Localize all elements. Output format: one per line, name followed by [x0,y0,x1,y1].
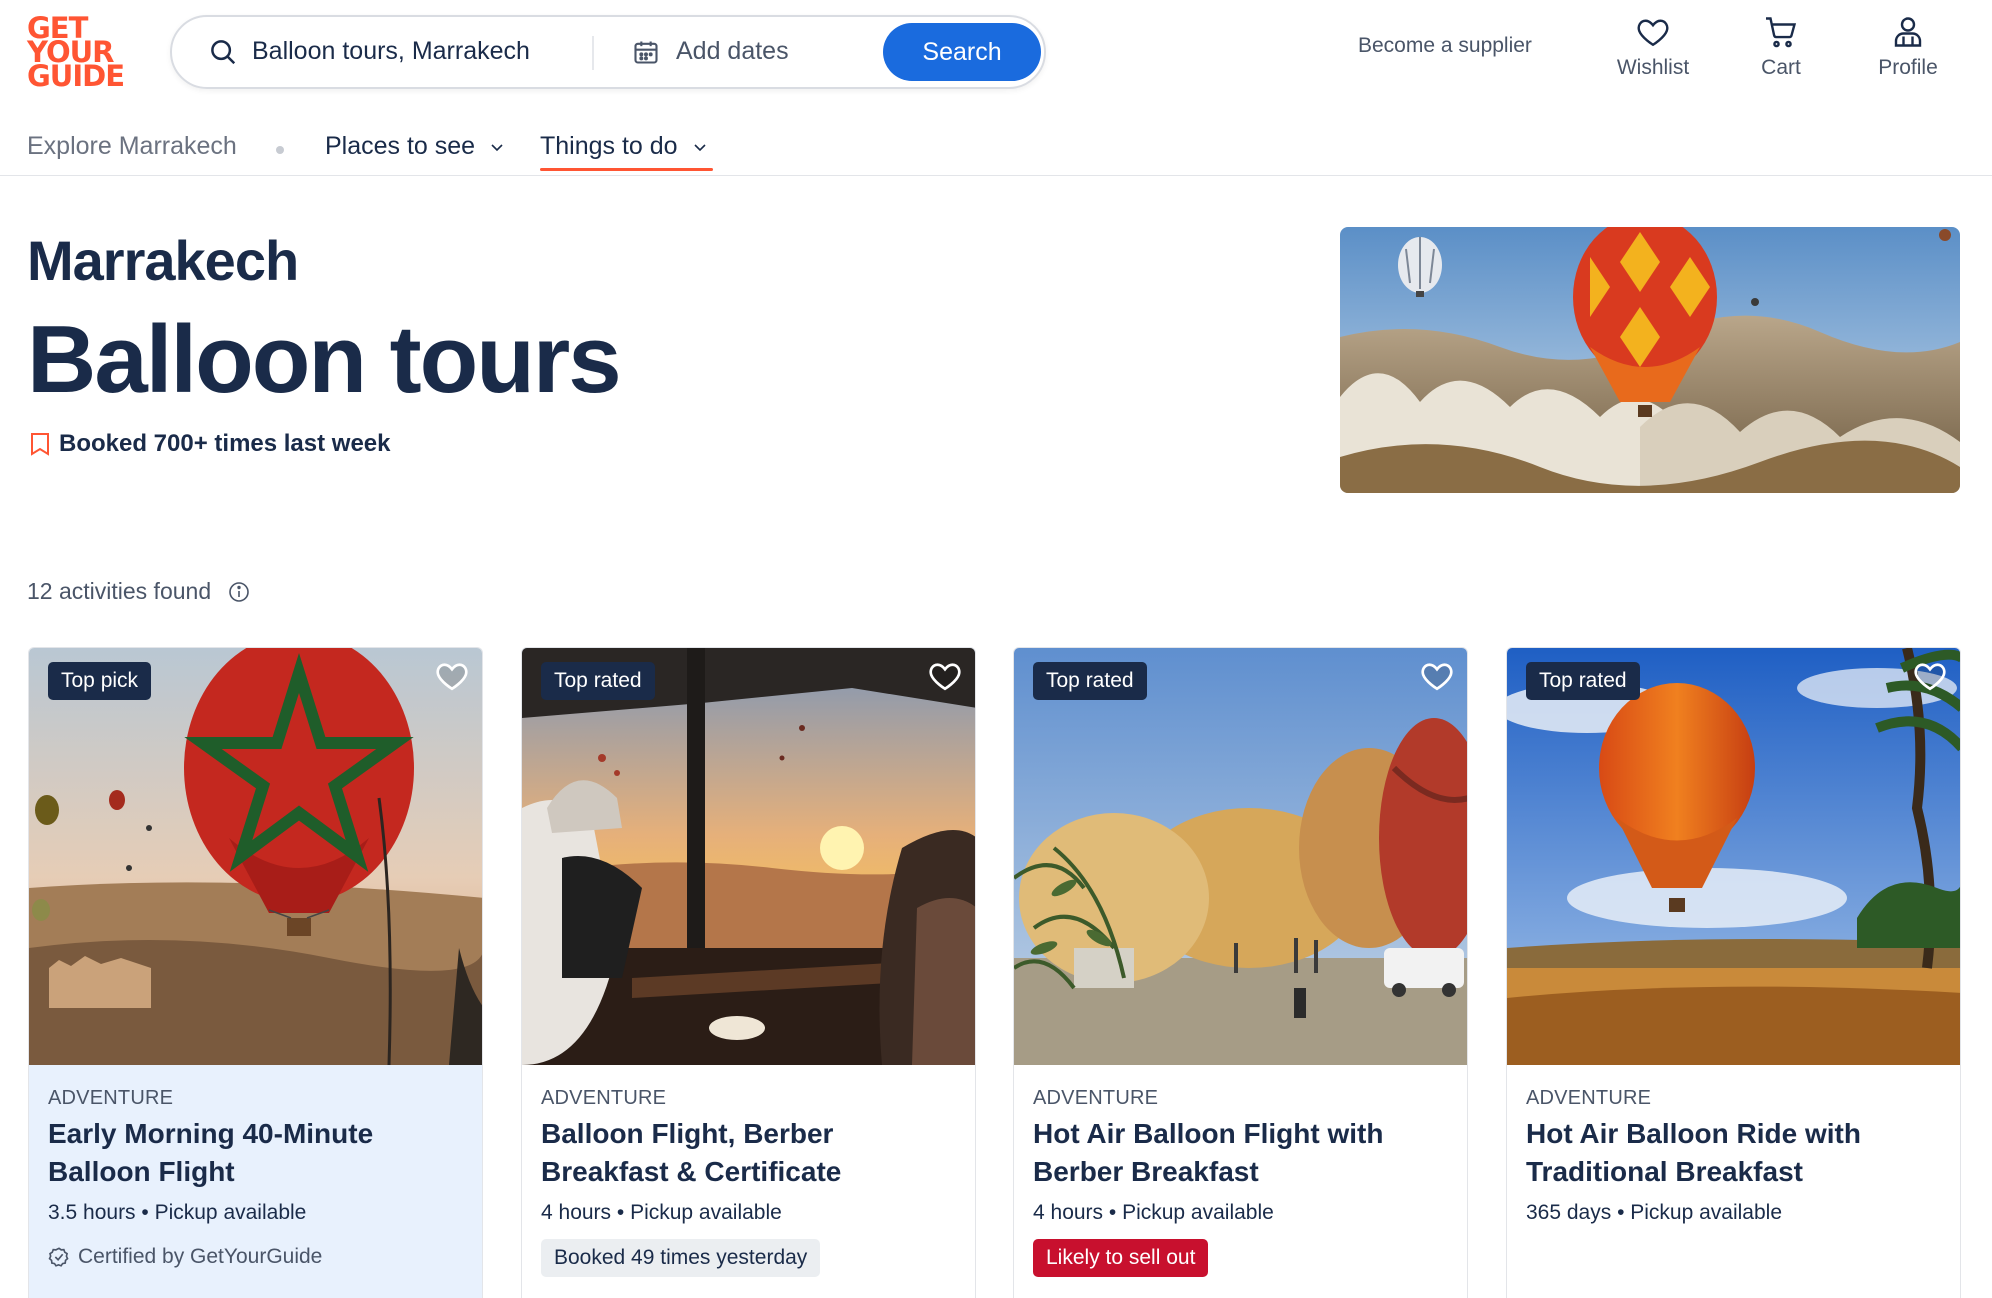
card-meta: 4 hours • Pickup available [541,1201,782,1224]
card-image [1014,648,1467,1065]
activities-found: 12 activities found [27,578,251,605]
search-button[interactable]: Search [883,23,1041,81]
card-meta: 365 days • Pickup available [1526,1201,1783,1224]
activity-card[interactable]: Top pick ADVENTURE Early Morning 40-Minu… [28,647,483,1298]
activity-card[interactable]: Top rated ADVENTURE Balloon Flight, Berb… [521,647,976,1298]
wishlist-label: Wishlist [1616,56,1690,79]
cart-icon [1766,17,1797,48]
city-name: Marrakech [27,229,299,292]
sell-out-tag: Likely to sell out [1033,1239,1209,1277]
booked-text: Booked 700+ times last week [59,430,391,457]
profile-icon [1894,17,1922,47]
search-icon [211,40,236,65]
card-body: ADVENTURE Hot Air Balloon Ride with Trad… [1507,1065,1960,1298]
profile-button[interactable]: Profile [1858,14,1958,80]
subnav-separator-dot [276,146,284,154]
subnav-things-to-do[interactable]: Things to do [540,132,708,161]
card-body: ADVENTURE Balloon Flight, Berber Breakfa… [522,1065,975,1298]
booked-yesterday-tag: Booked 49 times yesterday [541,1239,821,1277]
heart-icon[interactable] [434,658,470,694]
chevron-down-icon [491,143,503,151]
card-badge: Top rated [1033,662,1147,700]
card-meta: 4 hours • Pickup available [1033,1201,1274,1224]
card-title[interactable]: Hot Air Balloon Ride with Traditional Br… [1526,1115,1946,1191]
subnav-things-label: Things to do [540,132,678,160]
search-bar: Balloon tours, Marrakech Add dates Searc… [170,15,1046,89]
card-title[interactable]: Balloon Flight, Berber Breakfast & Certi… [541,1115,961,1191]
cart-button[interactable]: Cart [1731,14,1831,80]
add-dates-field[interactable]: Add dates [676,37,789,66]
subnav-places-to-see[interactable]: Places to see [325,132,505,161]
certified-text: Certified by GetYourGuide [78,1245,323,1268]
subnav-explore-marrakech[interactable]: Explore Marrakech [27,132,237,161]
card-category: ADVENTURE [1033,1087,1159,1109]
card-meta: 3.5 hours • Pickup available [48,1201,307,1224]
heart-icon [1637,19,1669,47]
page-title: Balloon tours [27,306,622,413]
card-category: ADVENTURE [48,1087,174,1109]
subnav-explore-label: Explore Marrakech [27,132,237,160]
card-image [522,648,975,1065]
cart-label: Cart [1761,56,1801,79]
getyourguide-logo[interactable]: GET YOUR GUIDE [27,14,125,93]
card-body: ADVENTURE Early Morning 40-Minute Balloo… [29,1065,482,1298]
search-divider [592,36,594,70]
card-badge: Top rated [541,662,655,700]
hero-balloon-image [1340,227,1960,493]
card-badge: Top pick [48,662,152,700]
heart-icon[interactable] [927,658,963,694]
card-badge: Top rated [1526,662,1640,700]
card-image [1507,648,1960,1065]
info-icon[interactable] [227,580,251,604]
card-category: ADVENTURE [541,1087,667,1109]
heart-icon[interactable] [1419,658,1455,694]
booked-count: Booked 700+ times last week [29,430,391,458]
card-title[interactable]: Hot Air Balloon Flight with Berber Break… [1033,1115,1453,1191]
card-image [29,648,482,1066]
activities-count: 12 activities found [27,578,212,604]
activity-card[interactable]: Top rated ADVENTURE Hot Air Balloon Flig… [1013,647,1468,1298]
heart-icon[interactable] [1912,658,1948,694]
become-supplier-link[interactable]: Become a supplier [1358,34,1532,58]
certified-badge: Certified by GetYourGuide [48,1245,322,1269]
sub-navigation: Explore Marrakech Places to see Things t… [0,118,1992,176]
active-tab-underline [540,168,713,171]
card-body: ADVENTURE Hot Air Balloon Flight with Be… [1014,1065,1467,1298]
search-location-input[interactable]: Balloon tours, Marrakech [252,37,530,66]
calendar-icon [634,41,658,64]
profile-label: Profile [1878,56,1938,79]
subnav-places-label: Places to see [325,132,476,160]
card-title[interactable]: Early Morning 40-Minute Balloon Flight [48,1115,468,1191]
wishlist-button[interactable]: Wishlist [1603,14,1703,80]
card-category: ADVENTURE [1526,1087,1652,1109]
chevron-down-icon [694,143,706,151]
ticket-icon [31,433,49,456]
logo-line-3: GUIDE [27,59,125,93]
activity-card[interactable]: Top rated ADVENTURE Hot Air Balloon Ride… [1506,647,1961,1298]
certified-check-icon [48,1247,69,1267]
